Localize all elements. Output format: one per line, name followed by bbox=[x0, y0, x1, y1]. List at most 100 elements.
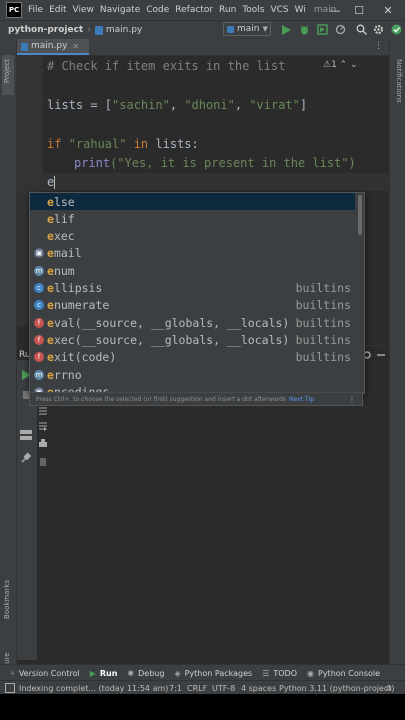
completion-item-label: exit(code) bbox=[47, 350, 116, 364]
close-icon[interactable]: ✕ bbox=[374, 0, 402, 20]
debug-icon[interactable] bbox=[299, 24, 310, 35]
completion-item[interactable]: elif bbox=[30, 210, 355, 227]
string-dhoni: "dhoni" bbox=[184, 98, 235, 112]
indent-setting[interactable]: 4 spaces bbox=[241, 684, 276, 693]
soft-wrap-icon[interactable] bbox=[38, 421, 48, 431]
class-icon: c bbox=[34, 300, 44, 311]
tool-window-python-console[interactable]: ◉ Python Console bbox=[307, 669, 380, 678]
vcs-icon: ⑂ bbox=[10, 668, 15, 678]
menu-vcs[interactable]: VCS bbox=[270, 5, 288, 15]
completion-item[interactable]: m enum bbox=[30, 262, 355, 279]
tool-window-label: Run bbox=[99, 668, 118, 678]
completion-rest-text: lif bbox=[53, 211, 75, 226]
menu-refactor[interactable]: Refactor bbox=[175, 5, 213, 15]
breadcrumb-project[interactable]: python-project bbox=[8, 25, 83, 35]
completion-rest-text: llipsis bbox=[53, 281, 103, 295]
bookmarks-tool-label[interactable]: Bookmarks bbox=[3, 580, 11, 619]
completion-rest-text: mail bbox=[53, 246, 82, 261]
python-interpreter[interactable]: Python 3.11 (python-project) bbox=[279, 684, 395, 693]
debug-icon: ✱ bbox=[127, 668, 135, 678]
comma: , bbox=[234, 98, 250, 112]
next-tip-link[interactable]: Next Tip bbox=[289, 396, 314, 403]
settings-icon[interactable] bbox=[373, 24, 384, 35]
pin-icon[interactable] bbox=[20, 452, 32, 464]
keyword-in: in bbox=[126, 137, 156, 151]
completion-match-text: e bbox=[47, 367, 54, 382]
completion-item-label: else bbox=[47, 195, 75, 209]
function-icon: f bbox=[34, 317, 44, 328]
run-icon: ▶ bbox=[89, 668, 96, 678]
breadcrumb-file[interactable]: main.py bbox=[106, 25, 142, 35]
layout-icon[interactable] bbox=[20, 430, 32, 440]
tool-window-run[interactable]: ▶ Run bbox=[90, 669, 118, 678]
completion-item[interactable]: c ellipsis builtins bbox=[30, 280, 355, 297]
menu-run[interactable]: Run bbox=[219, 5, 236, 15]
project-tool-label[interactable]: Project bbox=[3, 59, 11, 83]
completion-item[interactable]: exec bbox=[30, 228, 355, 245]
comma: , bbox=[169, 98, 185, 112]
completion-item[interactable]: c enumerate builtins bbox=[30, 297, 355, 314]
hide-panel-icon[interactable] bbox=[376, 350, 386, 360]
menu-code[interactable]: Code bbox=[146, 5, 169, 15]
completion-item-type: builtins bbox=[295, 298, 351, 313]
close-tab-icon[interactable]: ✕ bbox=[72, 42, 79, 51]
popup-menu-icon[interactable]: ⋮ bbox=[348, 395, 356, 404]
completion-match-text: e bbox=[47, 281, 54, 295]
python-icon bbox=[227, 25, 234, 33]
completion-rest-text: xec bbox=[53, 229, 75, 244]
notifications-tool-label[interactable]: Notifications bbox=[395, 59, 403, 103]
menu-view[interactable]: View bbox=[73, 5, 94, 15]
caret-position[interactable]: 7:1 bbox=[169, 684, 182, 693]
scroll-up-icon[interactable] bbox=[38, 406, 48, 416]
print-icon[interactable] bbox=[38, 439, 48, 449]
bracket-close: ] bbox=[299, 98, 308, 112]
module-icon: m bbox=[34, 369, 44, 380]
line-separator[interactable]: CRLF bbox=[187, 684, 207, 693]
completion-item[interactable]: f eval(__source, __globals, __locals) buil… bbox=[30, 314, 355, 331]
tool-window-debug[interactable]: ✱ Debug bbox=[127, 669, 164, 678]
tool-window-todo[interactable]: ☰ TODO bbox=[262, 669, 297, 678]
completion-rest-text: num bbox=[53, 263, 75, 278]
screen-bottom-border bbox=[0, 694, 405, 720]
coverage-icon[interactable] bbox=[317, 24, 328, 35]
file-encoding[interactable]: UTF-8 bbox=[212, 684, 235, 693]
completion-item[interactable]: m errno bbox=[30, 366, 355, 383]
tool-window-version-control[interactable]: ⑂ Version Control bbox=[10, 669, 80, 678]
run-configuration-select[interactable]: main ▼ bbox=[223, 22, 271, 36]
module-icon: m bbox=[34, 265, 44, 276]
profile-icon[interactable] bbox=[335, 24, 346, 35]
search-icon[interactable] bbox=[356, 24, 367, 35]
update-icon[interactable] bbox=[391, 24, 402, 35]
tool-window-label: Version Control bbox=[18, 668, 80, 678]
code-line-3: lists = ["sachin", "dhoni", "virat"] bbox=[47, 98, 307, 112]
maximize-icon[interactable]: ☐ bbox=[345, 0, 373, 20]
completion-item[interactable]: ▣ email bbox=[30, 245, 355, 262]
completion-item[interactable]: else bbox=[30, 193, 355, 210]
menu-tools[interactable]: Tools bbox=[242, 5, 264, 15]
completion-item[interactable]: f exec(__source, __globals, __locals) buil… bbox=[30, 331, 355, 348]
status-message[interactable]: Indexing complet... (today 11:54 am) bbox=[19, 684, 168, 693]
tab-label: main.py bbox=[31, 41, 68, 51]
completion-item-type: builtins bbox=[295, 315, 351, 330]
completion-item[interactable]: f exit(code) builtins bbox=[30, 349, 355, 366]
completion-item-label: enum bbox=[47, 264, 75, 278]
completion-hint-bar: Press Ctrl+. to choose the selected (or … bbox=[29, 392, 363, 406]
completion-item-label: enumerate bbox=[47, 298, 109, 312]
menu-window[interactable]: Wi bbox=[295, 5, 306, 15]
class-icon: c bbox=[34, 283, 44, 293]
tool-window-label: Debug bbox=[138, 668, 165, 678]
lock-icon[interactable]: ⌂ bbox=[386, 683, 392, 693]
inspection-widget[interactable]: ⚠1 ⌃ ⌄ bbox=[323, 60, 358, 70]
run-icon[interactable] bbox=[282, 25, 291, 35]
completion-item-label: exec bbox=[47, 229, 75, 243]
tab-main-py[interactable]: main.py ✕ bbox=[17, 39, 89, 55]
menu-edit[interactable]: Edit bbox=[49, 5, 66, 15]
more-options-icon[interactable]: ⋮ bbox=[374, 41, 383, 51]
status-toggle-icon[interactable] bbox=[5, 683, 15, 693]
menu-navigate[interactable]: Navigate bbox=[100, 5, 140, 15]
completion-match-text: e bbox=[47, 229, 54, 244]
menu-file[interactable]: File bbox=[28, 5, 43, 15]
popup-scrollbar[interactable] bbox=[358, 195, 362, 235]
tool-window-python-packages[interactable]: ◈ Python Packages bbox=[174, 669, 252, 678]
delete-icon[interactable] bbox=[38, 456, 48, 466]
